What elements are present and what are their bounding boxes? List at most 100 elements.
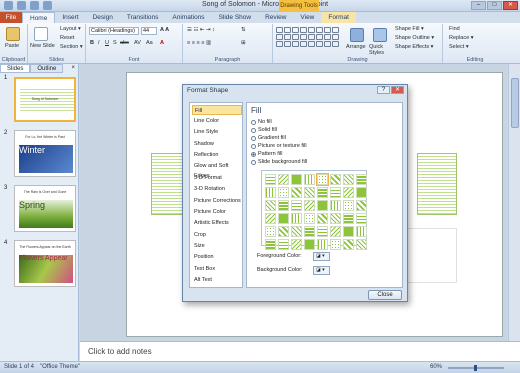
pattern-swatch[interactable] xyxy=(291,200,302,211)
new-slide-button[interactable]: New Slide xyxy=(30,43,56,49)
pattern-swatch[interactable] xyxy=(291,174,302,185)
text-direction-icon[interactable]: ⇅ xyxy=(241,27,246,33)
pattern-swatch[interactable] xyxy=(330,174,341,185)
slide-thumbnail[interactable]: Song of Solomon xyxy=(14,77,76,122)
shape-icon[interactable] xyxy=(284,27,291,33)
shape-icon[interactable] xyxy=(284,34,291,40)
pattern-swatch[interactable] xyxy=(317,226,328,237)
pattern-swatch[interactable] xyxy=(317,213,328,224)
shape-effects-button[interactable]: Shape Effects ▾ xyxy=(395,44,433,50)
pattern-swatch[interactable] xyxy=(330,239,341,250)
pattern-swatch[interactable] xyxy=(356,200,367,211)
tab-transitions[interactable]: Transitions xyxy=(120,12,166,23)
pattern-fill-option[interactable]: Pattern fill xyxy=(251,151,282,157)
shape-icon[interactable] xyxy=(324,34,331,40)
pattern-swatch[interactable] xyxy=(304,174,315,185)
category-position[interactable]: Position xyxy=(192,252,242,262)
tab-file[interactable]: File xyxy=(0,12,22,23)
font-color-icon[interactable]: A xyxy=(160,40,164,46)
close-dialog-button[interactable]: Close xyxy=(368,290,402,300)
vertical-scrollbar[interactable] xyxy=(508,64,520,341)
zoom-slider-handle[interactable] xyxy=(474,365,477,371)
section-button[interactable]: Section ▾ xyxy=(60,44,83,50)
category-3d-rotation[interactable]: 3-D Rotation xyxy=(192,184,242,194)
category-alt-text[interactable]: Alt Text xyxy=(192,275,242,285)
arrange-button[interactable]: Arrange xyxy=(346,44,366,50)
pattern-swatch[interactable] xyxy=(356,213,367,224)
zoom-level[interactable]: 60% xyxy=(430,364,442,370)
pattern-swatch[interactable] xyxy=(304,239,315,250)
pattern-swatch[interactable] xyxy=(316,173,329,186)
pattern-swatch[interactable] xyxy=(304,213,315,224)
pattern-swatch[interactable] xyxy=(304,187,315,198)
pattern-swatch[interactable] xyxy=(304,226,315,237)
shapes-gallery[interactable] xyxy=(276,27,339,47)
pattern-swatch[interactable] xyxy=(356,226,367,237)
shape-icon[interactable] xyxy=(332,41,339,47)
dialog-close-icon[interactable]: ✕ xyxy=(391,86,404,94)
foreground-color-button[interactable]: ◪ ▾ xyxy=(313,252,330,261)
radio-icon[interactable] xyxy=(251,135,256,141)
tab-slides[interactable]: Slides xyxy=(0,64,31,73)
pattern-swatch[interactable] xyxy=(291,226,302,237)
radio-icon[interactable] xyxy=(251,159,256,165)
pattern-swatch[interactable] xyxy=(343,226,354,237)
tab-view[interactable]: View xyxy=(293,12,321,23)
shape-fill-button[interactable]: Shape Fill ▾ xyxy=(395,26,424,32)
pattern-swatch[interactable] xyxy=(343,174,354,185)
font-size-box[interactable]: 44 xyxy=(141,27,157,35)
pattern-swatch[interactable] xyxy=(278,239,289,250)
shape-icon[interactable] xyxy=(276,34,283,40)
shape-icon[interactable] xyxy=(332,34,339,40)
shape-icon[interactable] xyxy=(300,34,307,40)
pattern-swatch[interactable] xyxy=(291,187,302,198)
shape-icon[interactable] xyxy=(316,27,323,33)
help-button[interactable]: ? xyxy=(377,86,390,94)
shape-icon[interactable] xyxy=(292,27,299,33)
shape-icon[interactable] xyxy=(308,34,315,40)
pattern-swatch[interactable] xyxy=(304,200,315,211)
picture-fill-option[interactable]: Picture or texture fill xyxy=(251,143,307,149)
layout-button[interactable]: Layout ▾ xyxy=(60,26,81,32)
category-size[interactable]: Size xyxy=(192,241,242,251)
notes-pane[interactable]: Click to add notes xyxy=(80,341,520,361)
slide-background-fill-option[interactable]: Slide background fill xyxy=(251,159,307,165)
quick-styles-button[interactable]: Quick Styles xyxy=(369,44,393,56)
shape-icon[interactable] xyxy=(324,41,331,47)
pattern-swatch[interactable] xyxy=(317,200,328,211)
category-picture-color[interactable]: Picture Color xyxy=(192,207,242,217)
pattern-swatch[interactable] xyxy=(330,187,341,198)
change-case-icon[interactable]: Aa xyxy=(146,40,153,46)
bullets-icon[interactable]: ☰ ☷ ⇤ ⇥ ↕ xyxy=(187,27,215,33)
title-shape-right[interactable] xyxy=(417,153,457,215)
slide-thumbnail[interactable]: The Flowers Appear on the Earth Flowers … xyxy=(14,240,76,287)
category-shadow[interactable]: Shadow xyxy=(192,139,242,149)
pattern-swatch[interactable] xyxy=(330,200,341,211)
select-button[interactable]: Select ▾ xyxy=(449,44,469,50)
shape-icon[interactable] xyxy=(332,27,339,33)
font-name-box[interactable]: Calibri (Headings) xyxy=(89,27,139,35)
pattern-swatch[interactable] xyxy=(278,187,289,198)
shape-icon[interactable] xyxy=(276,41,283,47)
background-color-button[interactable]: ◪ ▾ xyxy=(313,266,330,275)
shape-icon[interactable] xyxy=(276,27,283,33)
category-artistic-effects[interactable]: Artistic Effects xyxy=(192,218,242,228)
radio-icon[interactable] xyxy=(251,143,256,149)
shape-icon[interactable] xyxy=(308,41,315,47)
pattern-swatch[interactable] xyxy=(265,213,276,224)
minimize-button[interactable]: – xyxy=(471,1,486,10)
category-line-style[interactable]: Line Style xyxy=(192,127,242,137)
pattern-swatch[interactable] xyxy=(356,187,367,198)
new-slide-icon[interactable] xyxy=(34,27,48,41)
shape-icon[interactable] xyxy=(300,41,307,47)
solid-fill-option[interactable]: Solid fill xyxy=(251,127,277,133)
category-fill[interactable]: Fill xyxy=(192,105,242,115)
underline-icon[interactable]: U xyxy=(105,40,109,46)
shape-outline-button[interactable]: Shape Outline ▾ xyxy=(395,35,434,41)
tab-home[interactable]: Home xyxy=(22,12,56,23)
pattern-swatch[interactable] xyxy=(343,213,354,224)
tab-slide-show[interactable]: Slide Show xyxy=(212,12,259,23)
redo-icon[interactable] xyxy=(43,1,52,10)
undo-icon[interactable] xyxy=(30,1,39,10)
tab-insert[interactable]: Insert xyxy=(55,12,85,23)
